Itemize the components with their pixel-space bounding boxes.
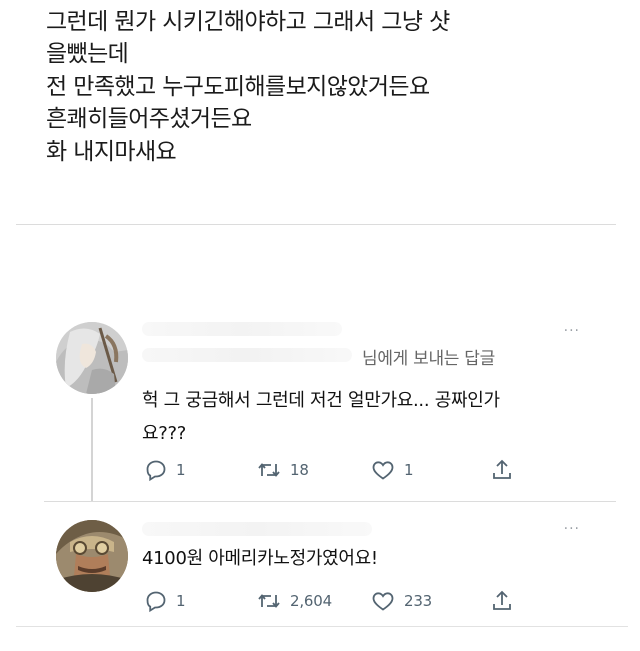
like-button[interactable]: 233 <box>370 588 432 614</box>
post-line: 을뺐는데 <box>46 41 129 68</box>
divider <box>16 626 628 627</box>
divider <box>44 501 616 502</box>
post-line: 흔쾌히들어주셨거든요 <box>46 106 252 133</box>
more-icon[interactable]: ··· <box>564 522 580 536</box>
blurred-username <box>142 322 342 336</box>
reply-text-line: 헉 그 궁금해서 그런데 저건 얼만가요... 공짜인가 <box>142 390 500 411</box>
reply-context: 님에게 보내는 답글 <box>362 349 495 369</box>
like-button[interactable]: 1 <box>370 457 414 483</box>
retweet-icon <box>258 594 280 608</box>
retweet-count: 18 <box>290 461 309 479</box>
retweet-button[interactable]: 2,604 <box>256 588 332 614</box>
more-icon[interactable]: ··· <box>564 324 580 338</box>
like-icon <box>372 592 394 611</box>
reply-icon <box>146 591 166 613</box>
reply-button[interactable]: 1 <box>144 588 186 614</box>
reply-icon <box>146 460 166 482</box>
like-count: 233 <box>404 592 433 610</box>
like-count: 1 <box>404 461 414 479</box>
divider <box>16 224 616 225</box>
reply-text: 헉 그 궁금해서 그런데 저건 얼만가요... 공짜인가 요??? <box>142 384 500 450</box>
retweet-button[interactable]: 18 <box>256 457 309 483</box>
main-post-text: 그런데 뭔가 시키긴해야하고 그래서 그냥 샷 을뺐는데 전 만족했고 누구도피… <box>46 6 626 168</box>
avatar[interactable] <box>56 322 128 394</box>
share-icon <box>493 590 511 610</box>
post-line: 화 내지마새요 <box>46 138 177 165</box>
reply-button[interactable]: 1 <box>144 457 186 483</box>
blurred-username <box>142 522 372 536</box>
post-line: 전 만족했고 누구도피해를보지않았거든요 <box>46 73 430 100</box>
tweet-actions: 1 2,604 233 <box>142 588 542 614</box>
reply-count: 1 <box>176 461 186 479</box>
reply-text-line: 요??? <box>142 423 187 444</box>
share-button[interactable] <box>490 588 514 614</box>
reply-text: 4100원 아메리카노정가였어요! <box>142 542 378 575</box>
blurred-recipient <box>142 348 352 362</box>
retweet-icon <box>258 463 280 477</box>
share-button[interactable] <box>490 457 514 483</box>
post-line: 그런데 뭔가 시키긴해야하고 그래서 그냥 샷 <box>46 9 450 35</box>
share-icon <box>493 459 511 479</box>
tweet-actions: 1 18 1 <box>142 457 542 483</box>
retweet-count: 2,604 <box>290 592 332 610</box>
like-icon <box>372 461 394 480</box>
reply-text-line: 4100원 아메리카노정가였어요! <box>142 548 378 569</box>
avatar[interactable] <box>56 520 128 592</box>
reply-count: 1 <box>176 592 186 610</box>
thread-line <box>91 398 93 502</box>
